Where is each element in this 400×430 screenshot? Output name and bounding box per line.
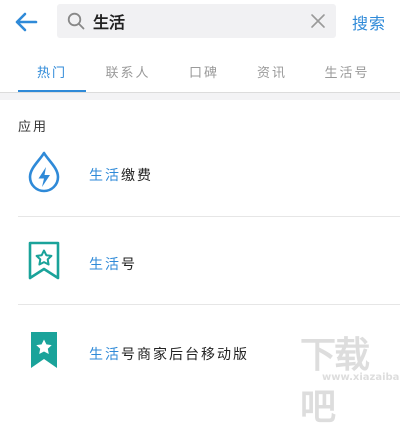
result-item-life-payment[interactable]: 生活缴费 [0, 138, 400, 210]
tab-hot[interactable]: 热门 [37, 62, 67, 81]
result-item-life-account[interactable]: 生活号 [0, 226, 400, 298]
section-gap [0, 93, 400, 100]
result-label: 生活号 [89, 257, 137, 273]
row-divider [18, 304, 400, 305]
tab-bar: 热门 联系人 口碑 资讯 生活号 [0, 52, 400, 92]
top-bar: 搜索 [0, 0, 400, 46]
row-divider [18, 216, 400, 217]
tab-news[interactable]: 资讯 [257, 62, 287, 81]
back-button[interactable] [8, 6, 44, 38]
tab-koubei[interactable]: 口碑 [189, 62, 219, 81]
star-bookmark-outline-icon [28, 241, 60, 280]
lightning-drop-icon [28, 151, 60, 193]
search-box[interactable] [57, 4, 336, 38]
result-label: 生活缴费 [89, 168, 153, 184]
search-button[interactable]: 搜索 [352, 10, 386, 34]
tab-contacts[interactable]: 联系人 [105, 62, 150, 81]
section-title-apps: 应用 [18, 120, 49, 135]
tab-life-accounts[interactable]: 生活号 [324, 62, 369, 81]
clear-icon[interactable] [310, 13, 326, 29]
result-label: 生活号商家后台移动版 [89, 347, 249, 363]
back-arrow-icon [15, 12, 38, 32]
watermark-url: www.xiazaiba.com [322, 372, 400, 383]
search-input[interactable] [93, 4, 293, 38]
watermark-logo: 下载吧 www.xiazaiba.com [300, 326, 400, 428]
search-icon [67, 12, 85, 30]
star-bookmark-filled-icon [31, 332, 57, 368]
